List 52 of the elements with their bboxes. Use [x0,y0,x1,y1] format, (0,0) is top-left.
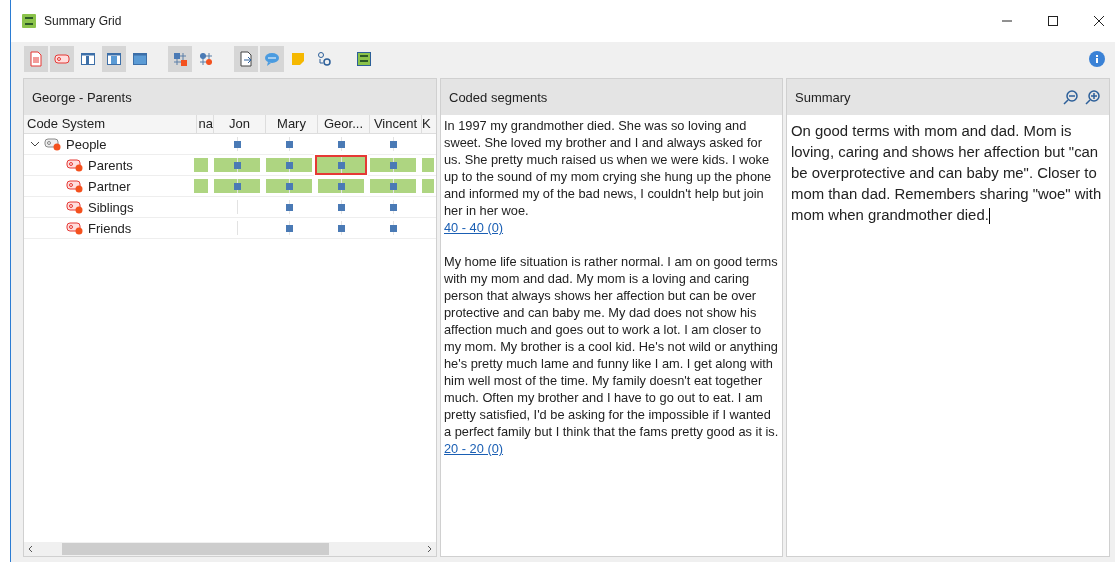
maximize-icon[interactable] [1047,15,1059,27]
column-header[interactable]: Geor... [317,115,369,133]
toolbar-button[interactable] [102,46,126,72]
grid-dot-icon [198,51,214,67]
segment-text: My home life situation is rather normal. I am on good terms with my mom and dad. My mom is a loving and caring person that always shows her affection but can be over protective and can baby me. My dad does not show his affection much and goes out to work a lot. I am closer to my mom. My brother is a cool kid. He's not wild or anything he's pretty much lame and funny like I am. I get along with him well most of the time. My family doesn't eat together much. Often my brother and I have to go out to eat. I am pretty satisfied, I'd be asking for the impossible if I wanted a perfect family but I think that the fams pretty good as it is. [444,253,779,440]
segment-link[interactable]: 20 - 20 (0) [444,441,504,456]
tree-item[interactable]: Partner [88,178,131,194]
scroll-left-icon[interactable] [27,545,35,553]
zoom-out-icon[interactable] [1063,89,1079,105]
tree-item[interactable]: Friends [88,220,132,236]
code-tag-icon [66,221,84,235]
panel-title: Summary [795,89,851,105]
code-tag-icon [66,158,84,172]
tree-item[interactable]: Parents [88,157,133,173]
layout-center-icon [106,51,122,67]
column-header[interactable]: Vincent [369,115,421,133]
memo-icon [290,51,306,67]
segment-text: In 1997 my grandmother died. She was so loving and sweet. She loved my brother and I and always asked for us. She pretty much raised us when we were kids. I woke up to the sound of my mom crying she hung up the phone and informed my of the bad news, I couldn't help but join her in her woe. [444,117,773,219]
panel-title: George - Parents [32,89,132,105]
summary-icon [356,51,372,67]
panel-title: Coded segments [449,89,548,105]
comment-icon [264,51,280,67]
column-header[interactable]: Code System [24,115,196,133]
grid-square-icon [172,51,188,67]
tree-item[interactable]: Siblings [88,199,134,215]
chevron-icon[interactable] [30,139,40,149]
summary-text[interactable]: On good terms with mom and dad. Mom is loving, caring and shows her affection but "can be overprotective and can baby me". Closer to mom than dad. Remembers sharing "woe" with mom when grandmother died. [791,121,1105,226]
toolbar-button[interactable] [50,46,74,72]
toolbar-button[interactable] [168,46,192,72]
layout-full-icon [132,51,148,67]
code-tag-icon [66,200,84,214]
app-icon [22,14,36,28]
tree-item[interactable]: People [66,136,107,152]
code-tag-icon [44,137,62,151]
segment-link[interactable]: 40 - 40 (0) [444,220,504,235]
zoom-in-icon[interactable] [1085,89,1101,105]
column-header[interactable]: Mary [265,115,317,133]
close-icon[interactable] [1093,15,1105,27]
scroll-right-icon[interactable] [425,545,433,553]
layout-left-icon [80,51,96,67]
info-icon[interactable] [1089,51,1105,67]
code-tag-icon [66,179,84,193]
document-icon [28,51,44,67]
tag-icon [54,51,70,67]
column-header[interactable]: K [421,115,436,133]
export-icon [238,51,254,67]
horizontal-scrollbar[interactable] [24,542,436,556]
window-title: Summary Grid [44,14,122,28]
column-header[interactable]: na [196,115,213,133]
grid-cell[interactable] [315,155,367,175]
toolbar-button[interactable] [234,46,258,72]
column-header[interactable]: Jon [213,115,265,133]
